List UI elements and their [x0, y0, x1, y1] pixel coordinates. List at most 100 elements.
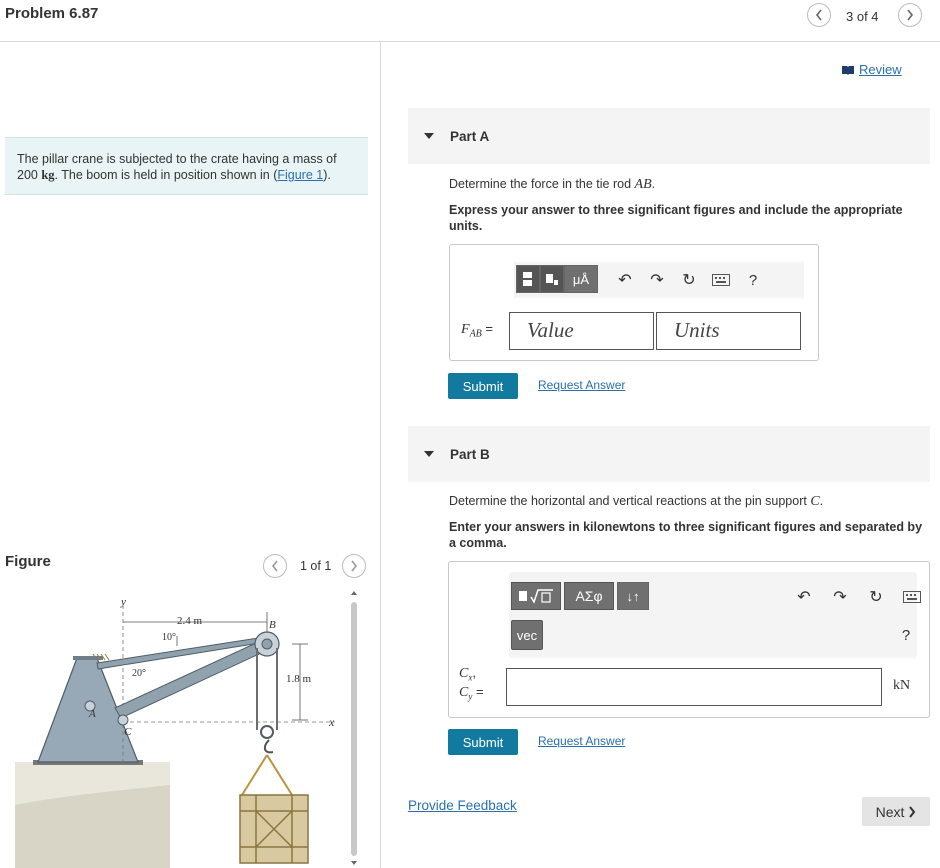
part-a-header[interactable]: Part A: [408, 108, 930, 164]
scroll-up-icon[interactable]: [351, 590, 357, 596]
var-cx: C: [459, 666, 469, 681]
label-angle-top: 10°: [162, 632, 176, 643]
template-button[interactable]: [511, 582, 561, 610]
redo-icon[interactable]: ↷: [646, 269, 668, 291]
part-a-toolbar-actions: ↶ ↷ ↻ ?: [614, 269, 764, 291]
chevron-right-icon: [909, 805, 916, 818]
var-cy-sub: y: [468, 691, 473, 702]
next-button[interactable]: Next: [862, 797, 930, 826]
part-a-answer-box: μÅ ↶ ↷ ↻ ? FAB = Value Units: [449, 244, 819, 361]
problem-counter: 3 of 4: [846, 9, 879, 24]
reset-icon[interactable]: ↻: [678, 269, 700, 291]
subscript-template-icon: [546, 274, 558, 285]
column-divider: [380, 42, 381, 868]
label-c: C: [124, 726, 132, 738]
part-a-question-text: Determine the force in the tie rod: [449, 177, 635, 191]
label-x: x: [328, 715, 335, 729]
label-width: 2.4 m: [177, 615, 203, 627]
help-icon[interactable]: ?: [895, 624, 917, 646]
equals-sign: =: [475, 683, 484, 699]
review-link[interactable]: Review: [841, 62, 902, 77]
chevron-right-icon: [351, 560, 358, 572]
statement-text-2: . The boom is held in position shown in …: [54, 168, 278, 182]
figure-link[interactable]: Figure 1: [277, 168, 323, 182]
crate-ropes: [241, 754, 293, 796]
collapse-triangle-icon[interactable]: [424, 451, 434, 457]
part-b-instruction: Enter your answers in kilonewtons to thr…: [449, 520, 923, 550]
template-button-2[interactable]: [540, 265, 564, 293]
statement-text-3: ).: [323, 168, 331, 182]
vec-button[interactable]: vec: [511, 620, 543, 650]
label-a: A: [88, 708, 96, 720]
figure-counter: 1 of 1: [300, 559, 332, 573]
chevron-right-icon: [907, 9, 914, 21]
part-b-question-var: C: [810, 494, 820, 509]
reset-icon[interactable]: ↻: [865, 586, 887, 608]
label-angle-left: 20°: [132, 668, 146, 679]
units-input[interactable]: Units: [656, 312, 801, 350]
value-placeholder: Value: [527, 318, 574, 342]
var-f-sub: AB: [469, 328, 482, 340]
fraction-template-icon: [523, 272, 532, 286]
kn-unit-label: kN: [893, 678, 911, 693]
part-b-toolbar: ΑΣφ ↓↑ vec ↶ ↷ ↻ ?: [509, 572, 921, 658]
keyboard-icon[interactable]: [901, 586, 923, 608]
part-a-variable-label: FAB =: [461, 321, 493, 340]
help-icon[interactable]: ?: [742, 269, 764, 291]
part-b-question-end: .: [819, 494, 824, 508]
prev-figure-button[interactable]: [263, 554, 287, 578]
part-a-question-var: AB: [634, 177, 652, 192]
part-b-submit-button[interactable]: Submit: [448, 729, 518, 755]
equals-sign: =: [485, 321, 493, 336]
part-a-label: Part A: [450, 128, 490, 144]
keyboard-icon[interactable]: [710, 269, 732, 291]
part-b-request-answer-link[interactable]: Request Answer: [538, 734, 625, 748]
redo-icon[interactable]: ↷: [829, 586, 851, 608]
part-b-variable-label: Cx, Cy =: [459, 666, 484, 703]
figure-scrollbar[interactable]: [350, 590, 358, 868]
pulley-hub: [261, 638, 273, 650]
book-icon: [842, 65, 854, 75]
undo-icon[interactable]: ↶: [614, 269, 636, 291]
part-a-question: Determine the force in the tie rod AB.: [449, 176, 929, 193]
label-b: B: [269, 619, 276, 631]
var-cy: C: [459, 684, 469, 700]
mass-unit: kg: [41, 168, 55, 182]
units-button[interactable]: μÅ: [564, 265, 598, 293]
figure-heading: Figure: [5, 553, 51, 570]
reactions-input[interactable]: [506, 668, 882, 706]
next-figure-button[interactable]: [342, 554, 366, 578]
part-a-question-end: .: [651, 177, 656, 191]
part-b-question-text: Determine the horizontal and vertical re…: [449, 494, 811, 508]
label-height: 1.8 m: [286, 673, 312, 685]
undo-icon[interactable]: ↶: [793, 586, 815, 608]
provide-feedback-link[interactable]: Provide Feedback: [408, 798, 517, 813]
sort-button[interactable]: ↓↑: [617, 582, 649, 610]
hook-block: [260, 725, 274, 739]
crane-figure: y 2.4 m 10° B 20° 1.8 m A C x: [15, 596, 335, 868]
template-button[interactable]: [516, 265, 540, 293]
scroll-down-icon[interactable]: [351, 860, 357, 866]
sqrt-template-icon: [519, 589, 553, 604]
part-b-toolbar-group: ΑΣφ ↓↑: [511, 582, 649, 610]
problem-statement: The pillar crane is subjected to the cra…: [5, 137, 368, 195]
part-a-submit-button[interactable]: Submit: [448, 373, 518, 399]
greek-button[interactable]: ΑΣφ: [564, 582, 614, 610]
part-b-toolbar-actions: ↶ ↷ ↻: [793, 586, 923, 608]
prev-problem-button[interactable]: [807, 3, 831, 27]
collapse-triangle-icon[interactable]: [424, 133, 434, 139]
part-a-request-answer-link[interactable]: Request Answer: [538, 378, 625, 392]
next-problem-button[interactable]: [898, 3, 922, 27]
problem-title: Problem 6.87: [5, 5, 99, 22]
chevron-left-icon: [271, 560, 278, 572]
part-a-toolbar: μÅ ↶ ↷ ↻ ?: [514, 262, 804, 298]
part-b-header[interactable]: Part B: [408, 426, 930, 482]
scrollbar-thumb[interactable]: [351, 602, 357, 856]
part-a-instruction: Express your answer to three significant…: [449, 203, 903, 233]
var-f: F: [461, 322, 470, 337]
var-comma: ,: [472, 665, 476, 680]
review-label[interactable]: Review: [859, 62, 902, 77]
hook: [263, 739, 274, 754]
value-input[interactable]: Value: [509, 312, 654, 350]
part-a-toolbar-group: μÅ: [516, 265, 598, 293]
